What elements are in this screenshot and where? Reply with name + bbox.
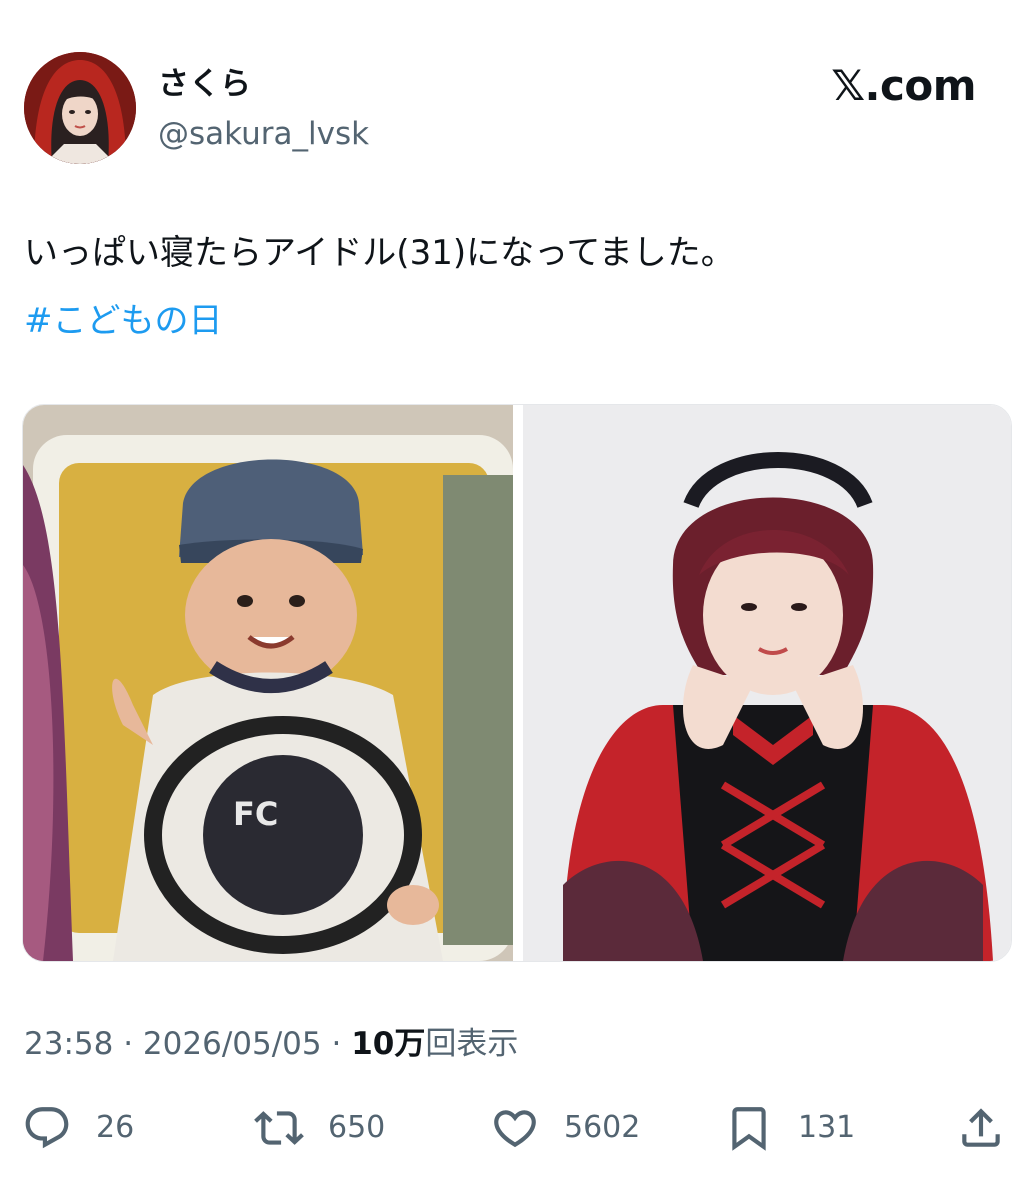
reply-count: 26: [96, 1110, 135, 1145]
bookmark-button[interactable]: 131: [724, 1098, 855, 1158]
svg-text:FC: FC: [233, 795, 278, 833]
user-handle[interactable]: @sakura_lvsk: [158, 114, 369, 154]
reply-icon: [25, 1107, 69, 1149]
child-photo-icon: FC: [23, 405, 513, 961]
repost-count: 650: [328, 1110, 386, 1145]
x-logo: 𝕏.com: [831, 61, 976, 110]
separator-dot: ·: [123, 1026, 134, 1062]
reply-button[interactable]: 26: [22, 1098, 134, 1158]
separator-dot: ·: [331, 1026, 342, 1062]
views-label[interactable]: 回表示: [425, 1026, 518, 1062]
tweet-metadata: 23:58 · 2026/05/05 · 10万回表示: [24, 1022, 518, 1066]
bookmark-icon: [732, 1107, 766, 1151]
display-name[interactable]: さくら: [158, 64, 251, 104]
hashtag-link[interactable]: #こどもの日: [24, 298, 223, 344]
like-button[interactable]: 5602: [490, 1098, 640, 1158]
tweet-time[interactable]: 23:58: [24, 1026, 113, 1062]
idol-photo[interactable]: [523, 405, 1011, 961]
action-bar: 26 650 5602 131: [0, 1098, 1032, 1158]
tweet-text: いっぱい寝たらアイドル(31)になってました。: [24, 233, 735, 273]
child-photo[interactable]: FC: [23, 405, 513, 961]
share-button[interactable]: [956, 1098, 1006, 1158]
repost-icon: [254, 1111, 304, 1145]
share-icon: [962, 1108, 1000, 1147]
idol-photo-icon: [523, 405, 1011, 961]
heart-icon: [494, 1110, 536, 1148]
avatar-image: [24, 52, 136, 164]
bookmark-count: 131: [798, 1110, 856, 1145]
views-count[interactable]: 10万: [351, 1026, 425, 1062]
tweet-date[interactable]: 2026/05/05: [143, 1026, 322, 1062]
like-count: 5602: [564, 1110, 641, 1145]
avatar[interactable]: [24, 52, 136, 164]
repost-button[interactable]: 650: [254, 1098, 385, 1158]
media-grid[interactable]: FC: [22, 404, 1012, 962]
